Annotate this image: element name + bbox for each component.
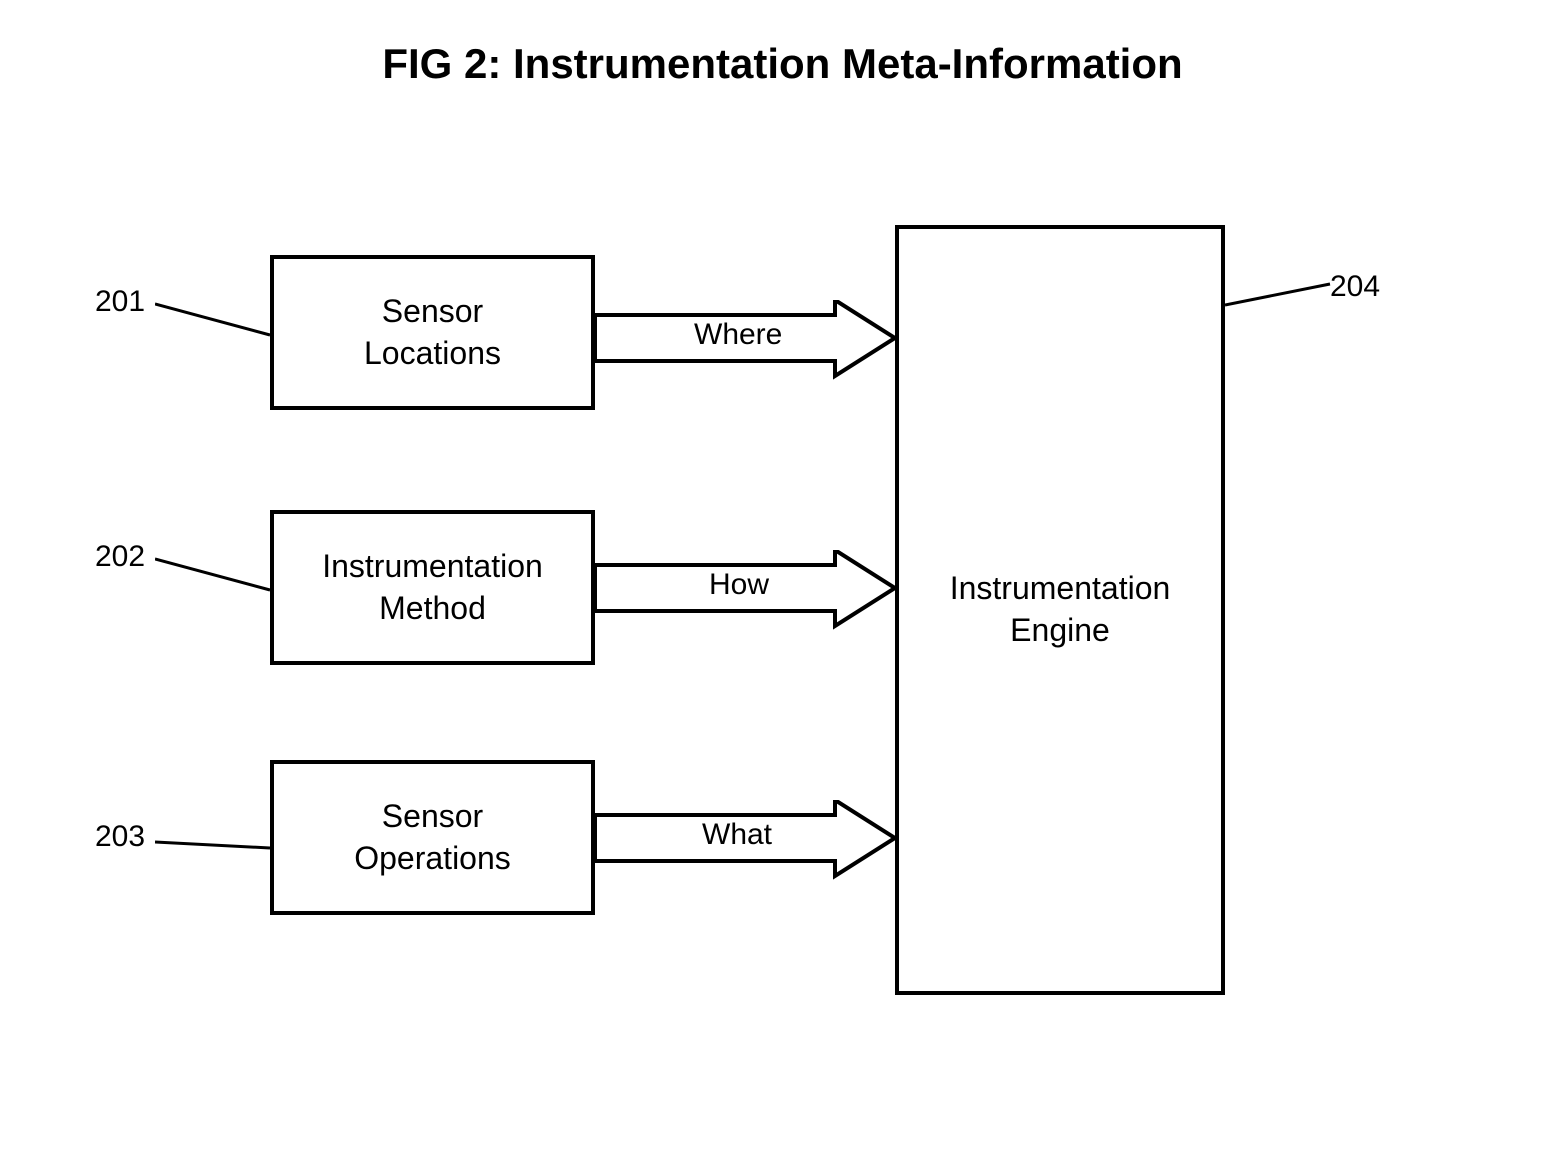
box-sensor-locations-label: SensorLocations [364, 291, 501, 374]
arrow-how-label: How [705, 568, 773, 602]
box-instrumentation-method: InstrumentationMethod [270, 510, 595, 665]
diagram-title: FIG 2: Instrumentation Meta-Information [0, 40, 1565, 88]
box-sensor-operations-label: SensorOperations [354, 796, 511, 879]
box-instrumentation-method-label: InstrumentationMethod [322, 546, 543, 629]
ref-label-201: 201 [95, 285, 145, 319]
box-sensor-operations: SensorOperations [270, 760, 595, 915]
ref-line-203 [155, 838, 275, 858]
ref-label-204: 204 [1330, 270, 1380, 304]
ref-label-202: 202 [95, 540, 145, 574]
arrow-where-label: Where [690, 318, 786, 352]
box-instrumentation-engine: InstrumentationEngine [895, 225, 1225, 995]
ref-line-204 [1225, 280, 1335, 310]
arrow-what-label: What [698, 818, 776, 852]
box-sensor-locations: SensorLocations [270, 255, 595, 410]
ref-line-202 [155, 555, 275, 595]
ref-line-201 [155, 300, 275, 340]
box-instrumentation-engine-label: InstrumentationEngine [950, 568, 1171, 651]
ref-label-203: 203 [95, 820, 145, 854]
